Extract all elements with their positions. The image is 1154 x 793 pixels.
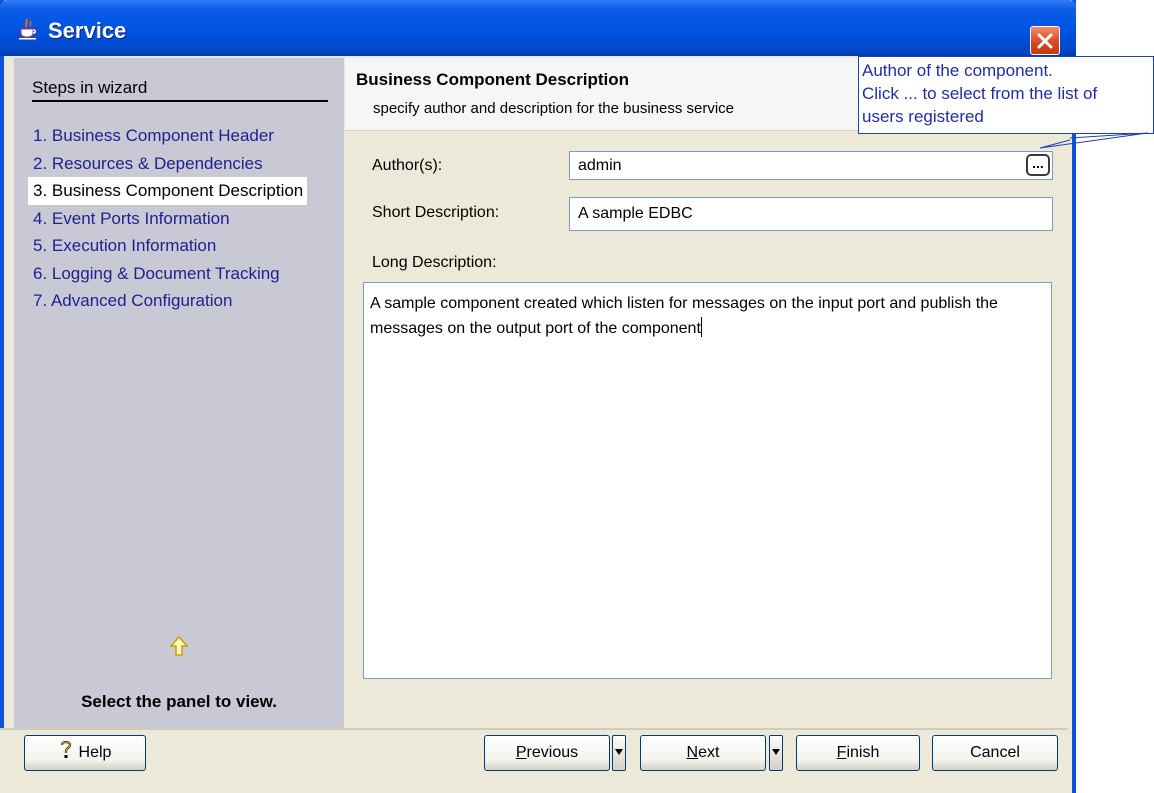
next-label: ext [698, 744, 720, 761]
tooltip-line-1: Author of the component. [862, 61, 1053, 80]
short-description-field[interactable] [569, 197, 1053, 231]
cancel-label: Cancel [970, 744, 1020, 761]
finish-label: inish [846, 744, 880, 761]
steps-panel: Steps in wizard 1. Business Component He… [14, 58, 344, 728]
cancel-button[interactable]: Cancel [932, 735, 1058, 771]
tooltip-line-2: Click ... to select from the list of [862, 84, 1098, 103]
next-dropdown-button[interactable] [769, 735, 783, 771]
step-item-3[interactable]: 3. Business Component Description [28, 177, 308, 205]
help-key-icon [59, 739, 73, 773]
next-button[interactable]: Next [640, 735, 766, 771]
previous-label: revious [526, 744, 579, 761]
author-browse-button[interactable]: ... [1026, 154, 1050, 176]
page-title: Business Component Description [356, 70, 629, 89]
close-button[interactable] [1030, 26, 1060, 55]
author-field[interactable] [569, 151, 1053, 180]
long-description-label: Long Description: [372, 254, 497, 271]
help-button[interactable]: Help [24, 735, 146, 771]
long-description-field[interactable]: A sample component created which listen … [363, 282, 1052, 679]
step-item-1[interactable]: 1. Business Component Header [28, 122, 307, 150]
previous-dropdown-button[interactable] [612, 735, 626, 771]
author-label: Author(s): [372, 157, 443, 174]
help-button-label: Help [78, 744, 112, 761]
finish-mnemonic: F [836, 744, 847, 761]
step-item-4[interactable]: 4. Event Ports Information [28, 205, 307, 233]
hint-text: Select the panel to view. [81, 692, 277, 711]
tooltip-pointer [1040, 132, 1149, 149]
window-title: Service [48, 18, 127, 43]
short-description-label: Short Description: [372, 204, 500, 221]
next-mnemonic: N [686, 744, 699, 761]
close-icon [1037, 33, 1053, 49]
text-caret [700, 317, 702, 337]
tooltip-line-3: users registered [862, 107, 984, 126]
java-cup-icon [18, 18, 38, 40]
long-description-text: A sample component created which listen … [370, 295, 998, 337]
title-bar[interactable]: Service [0, 0, 1076, 56]
step-item-7[interactable]: 7. Advanced Configuration [28, 287, 307, 315]
step-item-2[interactable]: 2. Resources & Dependencies [28, 150, 307, 178]
steps-divider [32, 100, 328, 102]
previous-button[interactable]: Previous [484, 735, 610, 771]
steps-list: 1. Business Component Header 2. Resource… [28, 122, 308, 315]
step-item-6[interactable]: 6. Logging & Document Tracking [28, 260, 307, 288]
finish-button[interactable]: Finish [796, 735, 920, 771]
steps-heading: Steps in wizard [32, 78, 148, 97]
up-arrow-icon [169, 635, 189, 661]
previous-mnemonic: P [515, 744, 527, 761]
page-subtitle: specify author and description for the b… [373, 100, 735, 117]
step-item-5[interactable]: 5. Execution Information [28, 232, 307, 260]
author-tooltip: Author of the component. Click ... to se… [858, 56, 1154, 134]
button-bar: Help Previous Next Finish Cancel [0, 730, 1068, 793]
